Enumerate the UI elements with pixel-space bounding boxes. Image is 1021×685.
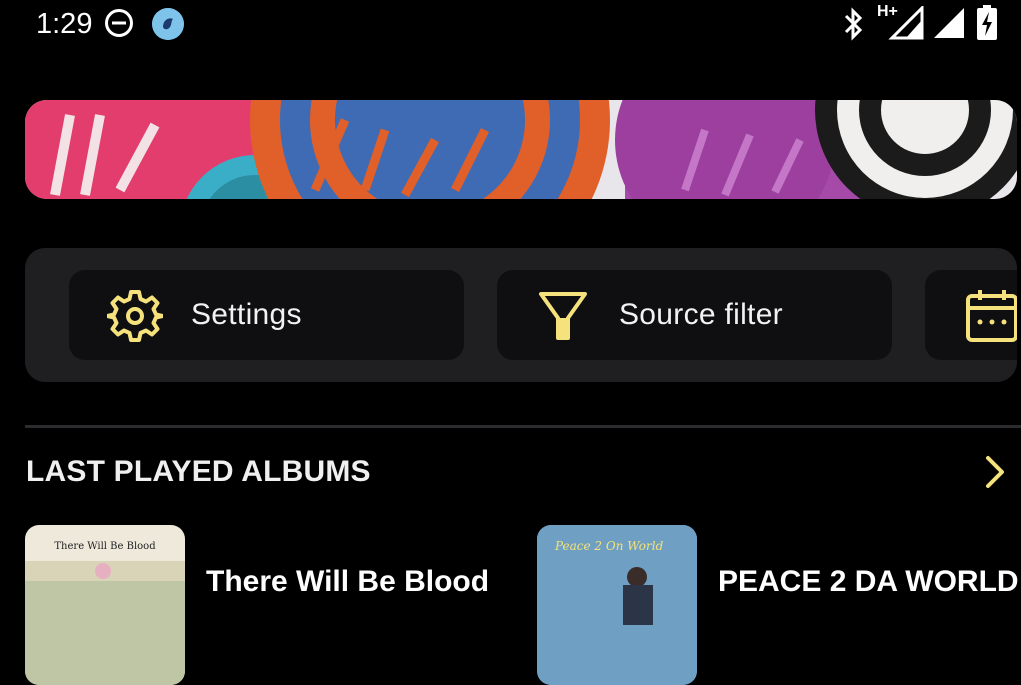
gear-icon xyxy=(107,290,163,342)
chevron-right-icon[interactable] xyxy=(980,454,1008,490)
settings-label: Settings xyxy=(191,298,302,331)
album-cover-text: Peace 2 On World xyxy=(555,539,664,553)
battery-charging-icon xyxy=(977,5,997,40)
status-time: 1:29 xyxy=(36,8,93,40)
app-notification-icon xyxy=(152,8,184,40)
source-filter-label: Source filter xyxy=(619,298,783,331)
section-title: LAST PLAYED ALBUMS xyxy=(26,455,371,488)
source-filter-button[interactable]: Source filter xyxy=(497,270,892,360)
cell-signal-icon xyxy=(888,6,924,40)
divider xyxy=(25,425,1021,428)
album-title[interactable]: There Will Be Blood xyxy=(206,565,489,599)
wifi-signal-icon xyxy=(934,8,964,38)
banner-collage[interactable] xyxy=(25,100,1017,199)
filter-icon xyxy=(539,292,587,340)
album-cover[interactable]: Peace 2 On World xyxy=(537,525,697,685)
settings-button[interactable]: Settings xyxy=(69,270,464,360)
calendar-button[interactable] xyxy=(925,270,1017,360)
album-cover[interactable]: There Will Be Blood xyxy=(25,525,185,685)
calendar-icon xyxy=(966,290,1017,342)
shortcut-card: Settings Source filter xyxy=(25,248,1017,382)
collage-banner xyxy=(25,100,1017,199)
do-not-disturb-icon xyxy=(105,9,133,37)
album-art-image xyxy=(25,561,185,685)
bluetooth-icon xyxy=(844,7,863,41)
album-title[interactable]: PEACE 2 DA WORLD xyxy=(718,565,1019,599)
